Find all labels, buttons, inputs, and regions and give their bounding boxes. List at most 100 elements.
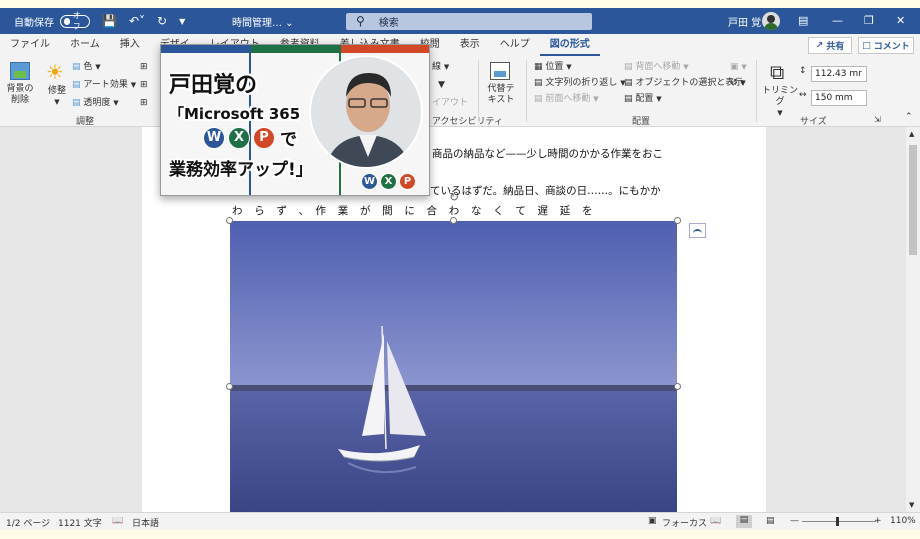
width-input[interactable]: 150 mm <box>811 90 867 106</box>
scroll-up-icon[interactable]: ▲ <box>909 129 914 140</box>
zoom-slider[interactable] <box>802 521 876 522</box>
selection-pane-label: オブジェクトの選択と表示 <box>635 78 744 88</box>
share-label: 共有 <box>826 42 845 52</box>
tab-insert[interactable]: 挿入 <box>110 34 150 56</box>
close-icon[interactable]: ✕ <box>896 14 905 27</box>
send-backward-button[interactable]: ▤ 背面へ移動 ▼ <box>624 62 689 73</box>
sailboat-image <box>230 221 677 512</box>
body-text-line-1[interactable]: 商品の納品など——少し時間のかかる作業をおこ <box>432 146 663 161</box>
body-text-line-3[interactable]: わ ら ず 、 作 業 が 間 に 合 わ な く て 遅 延 を <box>232 203 593 218</box>
article-banner: 戸田覚の 「Microsoft 365 W X P で 業務効率アップ!」 W … <box>160 44 430 196</box>
chevron-down-icon[interactable]: ▼ <box>438 80 445 91</box>
avatar[interactable] <box>762 12 780 30</box>
powerpoint-logo-icon: P <box>253 126 275 149</box>
tab-help[interactable]: ヘルプ <box>490 34 540 56</box>
print-layout-icon[interactable]: ▤ <box>736 515 752 528</box>
share-button[interactable]: ↗ 共有 <box>808 37 852 54</box>
remove-background-button[interactable]: 背景の 削除 <box>4 84 36 106</box>
corrections-button[interactable]: 修整 ▼ <box>44 86 70 108</box>
excel-logo-icon: X <box>380 173 397 190</box>
read-mode-icon[interactable]: 📖 <box>710 516 721 526</box>
chevron-down-icon: ▼ <box>113 99 119 107</box>
resize-handle-right[interactable] <box>674 383 681 390</box>
scroll-down-icon[interactable]: ▼ <box>909 500 914 511</box>
banner-small-logo-row: W X P <box>361 173 418 190</box>
undo-icon[interactable]: ↶˅ <box>129 14 145 28</box>
transparency-button[interactable]: ▤ 透明度 ▼ <box>72 98 119 109</box>
resize-handle-left[interactable] <box>226 383 233 390</box>
banner-title-line-1: 戸田覚の <box>169 73 258 98</box>
autosave-label: 自動保存 <box>14 17 54 29</box>
wrap-text-label: 文字列の折り返し <box>545 78 618 88</box>
title-bar: 自動保存 オフ 💾 ↶˅ ↻ ▼ 時間管理… ⌄ ⚲ 検索 戸田 覚 ▤ — ❐… <box>0 8 920 34</box>
resize-handle-top[interactable] <box>450 217 457 224</box>
artistic-icon: ▤ <box>72 80 81 90</box>
body-text-line-2[interactable]: ているはずだ。納品日、商談の日……。にもかか <box>430 183 661 198</box>
tab-view[interactable]: 表示 <box>450 34 490 56</box>
wrap-text-button[interactable]: ▤ 文字列の折り返し ▼ <box>534 78 626 89</box>
picture-border-button[interactable]: 線 ▼ <box>432 62 449 73</box>
scroll-thumb[interactable] <box>909 145 917 255</box>
zoom-in-icon[interactable]: + <box>874 516 882 526</box>
zoom-slider-thumb[interactable] <box>836 517 839 526</box>
picture-layout-button[interactable]: イアウト <box>432 98 468 109</box>
status-bar: 1/2 ページ 1121 文字 📖 日本語 ▣ フォーカス 📖 ▤ ▤ — + … <box>0 512 920 530</box>
chevron-down-icon: ▼ <box>443 63 450 71</box>
zoom-out-icon[interactable]: — <box>790 516 799 526</box>
rotate-handle-icon[interactable]: ↻ <box>449 191 459 203</box>
layout-options-icon[interactable] <box>689 223 706 238</box>
comments-button[interactable]: □ コメント <box>858 37 914 54</box>
word-logo-icon: W <box>203 126 225 149</box>
size-dialog-launcher-icon[interactable]: ⇲ <box>874 114 881 125</box>
change-picture-icon[interactable]: ⊞ <box>140 80 148 91</box>
color-button[interactable]: ▤ 色 ▼ <box>72 62 101 73</box>
resize-handle-top-left[interactable] <box>226 217 233 224</box>
alt-text-button[interactable]: 代替テ キスト <box>484 84 518 106</box>
artistic-effects-button[interactable]: ▤ アート効果 ▼ <box>72 80 136 91</box>
document-title[interactable]: 時間管理… ⌄ <box>232 14 294 29</box>
focus-button[interactable]: フォーカス <box>662 516 707 529</box>
sailboat-picture[interactable] <box>230 221 677 512</box>
rotate-icon[interactable]: ↺ ▼ <box>730 78 746 89</box>
bring-forward-button[interactable]: ▤ 前面へ移動 ▼ <box>534 94 599 105</box>
word-count[interactable]: 1121 文字 <box>58 516 102 529</box>
group-objects-icon[interactable]: ▣ ▼ <box>730 62 747 73</box>
minimize-icon[interactable]: — <box>832 14 843 27</box>
page-count[interactable]: 1/2 ページ <box>6 516 50 529</box>
resize-handle-top-right[interactable] <box>674 217 681 224</box>
language[interactable]: 日本語 <box>132 516 159 529</box>
excel-logo-icon: X <box>228 126 250 149</box>
crop-button[interactable]: トリミング ▼ <box>762 86 798 119</box>
tab-picture-format[interactable]: 図の形式 <box>539 34 600 56</box>
tab-home[interactable]: ホーム <box>60 34 110 56</box>
author-portrait <box>309 55 423 169</box>
user-name[interactable]: 戸田 覚 <box>728 14 761 29</box>
powerpoint-logo-icon: P <box>399 173 416 190</box>
align-button[interactable]: ▤ 配置 ▼ <box>624 94 662 105</box>
collapse-ribbon-icon[interactable]: ⌃ <box>905 112 913 123</box>
chevron-down-icon: ▼ <box>54 98 60 106</box>
height-input[interactable]: 112.43 mr <box>811 66 867 82</box>
height-icon: ↕ <box>799 66 807 76</box>
save-icon[interactable]: 💾 <box>102 14 117 28</box>
web-layout-icon[interactable]: ▤ <box>766 516 775 526</box>
autosave-toggle[interactable]: オフ <box>60 11 90 31</box>
wrap-text-icon: ▤ <box>534 78 543 88</box>
position-button[interactable]: ▦ 位置 ▼ <box>534 62 572 73</box>
restore-icon[interactable]: ❐ <box>864 14 874 27</box>
tab-file[interactable]: ファイル <box>0 34 60 56</box>
size-group-label: サイズ <box>800 117 827 127</box>
proofing-icon[interactable]: 📖 <box>112 516 123 526</box>
compress-icon[interactable]: ⊞ <box>140 62 148 73</box>
reset-picture-icon[interactable]: ⊞ <box>140 98 148 109</box>
thumbnail-bar <box>341 45 429 53</box>
customize-qat-icon[interactable]: ▼ <box>179 17 185 26</box>
redo-icon[interactable]: ↻ <box>157 14 167 28</box>
vertical-scrollbar[interactable]: ▲ ▼ <box>906 127 920 512</box>
selection-pane-button[interactable]: ▤ オブジェクトの選択と表示 <box>624 78 743 89</box>
search-input[interactable]: ⚲ 検索 <box>346 12 592 30</box>
zoom-level[interactable]: 110% <box>890 516 916 526</box>
remove-background-icon <box>10 62 30 80</box>
chevron-down-icon: ▼ <box>683 63 689 71</box>
ribbon-display-icon[interactable]: ▤ <box>798 14 808 27</box>
